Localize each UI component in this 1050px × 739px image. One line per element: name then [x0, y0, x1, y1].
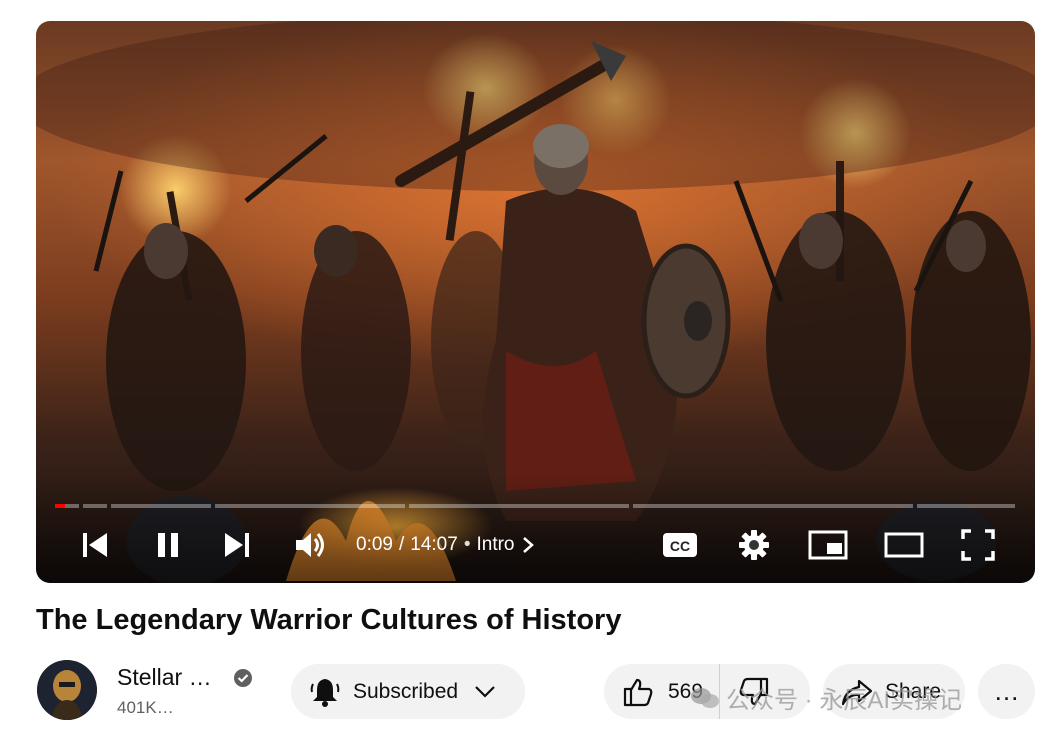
subscriber-count: 401K… [117, 698, 174, 717]
theater-icon [884, 532, 924, 558]
progress-bar[interactable] [55, 504, 1015, 508]
chapter-segment[interactable] [111, 504, 211, 508]
chapter-title[interactable]: Intro [476, 534, 514, 556]
chapter-segment[interactable] [409, 504, 629, 508]
previous-button[interactable] [76, 526, 114, 564]
pause-icon [158, 533, 178, 557]
avatar[interactable] [37, 660, 97, 720]
channel-name[interactable]: Stellar … [117, 664, 212, 691]
theater-mode-button[interactable] [882, 526, 926, 564]
previous-icon [83, 533, 107, 557]
video-title: The Legendary Warrior Cultures of Histor… [36, 604, 622, 636]
time-separator: / [398, 534, 405, 555]
subscribed-button[interactable]: Subscribed [291, 664, 525, 719]
duration: 14:07 [410, 534, 458, 555]
bell-icon [310, 678, 340, 707]
thumbs-up-icon [623, 678, 653, 706]
chapter-dot: • [463, 534, 471, 555]
fullscreen-button[interactable] [958, 526, 998, 564]
miniplayer-button[interactable] [806, 526, 850, 564]
more-actions-button[interactable]: … [978, 664, 1035, 719]
chapter-segment[interactable] [83, 504, 107, 508]
cc-icon: CC [663, 533, 697, 557]
svg-text:CC: CC [670, 538, 690, 554]
verified-icon [234, 669, 252, 687]
chevron-down-icon [475, 685, 495, 698]
chapter-segment[interactable] [633, 504, 913, 508]
chevron-right-icon[interactable] [521, 536, 535, 554]
time-display: 0:09 / 14:07 • Intro [356, 534, 535, 556]
current-time: 0:09 [356, 534, 393, 555]
volume-icon [296, 533, 324, 557]
next-button[interactable] [218, 526, 256, 564]
captions-button[interactable]: CC [658, 526, 702, 564]
next-icon [225, 533, 249, 557]
subscribed-label: Subscribed [353, 679, 459, 703]
settings-button[interactable] [734, 526, 774, 564]
video-player[interactable]: 0:09 / 14:07 • Intro CC [36, 21, 1035, 583]
pause-button[interactable] [150, 526, 186, 564]
settings-icon [739, 530, 769, 560]
miniplayer-icon [808, 530, 848, 560]
channel-avatar-image [37, 660, 97, 720]
watermark: 公众号 · 永辰AI实操记 [690, 680, 962, 715]
chapter-segment[interactable] [215, 504, 405, 508]
chapter-segment[interactable] [917, 504, 1015, 508]
progress-played [55, 504, 65, 508]
fullscreen-icon [961, 529, 995, 561]
more-icon: … [993, 676, 1020, 706]
wechat-icon [691, 687, 719, 708]
watermark-text: 公众号 · 永辰AI实操记 [726, 687, 963, 714]
volume-button[interactable] [290, 526, 330, 564]
